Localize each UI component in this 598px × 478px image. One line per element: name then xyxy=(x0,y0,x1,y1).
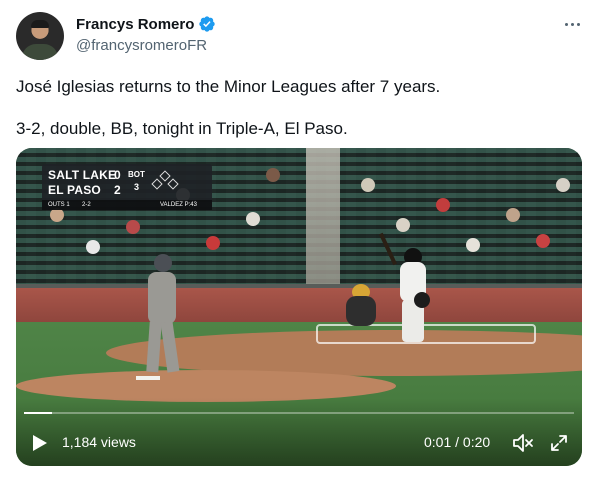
avatar-hair xyxy=(31,20,49,28)
video-time: 0:01 / 0:20 xyxy=(424,434,491,450)
scoreboard-pitcher: VALDEZ P:43 xyxy=(160,202,197,208)
scoreboard-team-home: EL PASO xyxy=(48,183,101,197)
scoreboard-overlay: SALT LAKE 0 EL PASO 2 BOT 3 OUTS 1 2-2 V… xyxy=(42,164,212,210)
play-icon[interactable] xyxy=(32,434,48,452)
avatar-shirt xyxy=(22,44,58,60)
pitcher-figure xyxy=(144,250,180,374)
tweet-text-line-2: 3-2, double, BB, tonight in Triple-A, El… xyxy=(16,119,348,138)
mute-icon[interactable] xyxy=(512,433,534,453)
catcher-figure xyxy=(342,284,380,334)
author-handle[interactable]: @francysromeroFR xyxy=(76,37,207,54)
tweet-card: Francys Romero @francysromeroFR José Igl… xyxy=(0,0,598,478)
bases-icon xyxy=(151,170,179,194)
scoreboard-half-inning: BOT xyxy=(128,170,145,179)
scoreboard-inning: 3 xyxy=(134,182,140,192)
view-count: 1,184 views xyxy=(62,434,136,450)
scoreboard-team-away: SALT LAKE xyxy=(48,168,117,182)
video-progress-fill xyxy=(24,412,52,414)
tweet-text-line-1: José Iglesias returns to the Minor Leagu… xyxy=(16,77,441,96)
scoreboard-outs: OUTS 1 xyxy=(48,202,70,208)
fullscreen-icon[interactable] xyxy=(550,434,568,452)
more-options-icon[interactable] xyxy=(560,14,584,34)
scoreboard-score-home: 2 xyxy=(114,183,121,197)
outfield-wall xyxy=(16,288,582,322)
verified-badge-icon xyxy=(199,16,216,32)
author-display-name[interactable]: Francys Romero xyxy=(76,16,194,33)
video-player[interactable]: SALT LAKE 0 EL PASO 2 BOT 3 OUTS 1 2-2 V… xyxy=(16,148,582,466)
author-name-row: Francys Romero xyxy=(76,15,216,33)
scoreboard-score-away: 0 xyxy=(114,168,121,182)
umpire-figure xyxy=(414,292,430,308)
video-progress-bar[interactable] xyxy=(24,412,574,414)
scoreboard-count: 2-2 xyxy=(82,202,91,208)
author-avatar[interactable] xyxy=(16,12,64,60)
